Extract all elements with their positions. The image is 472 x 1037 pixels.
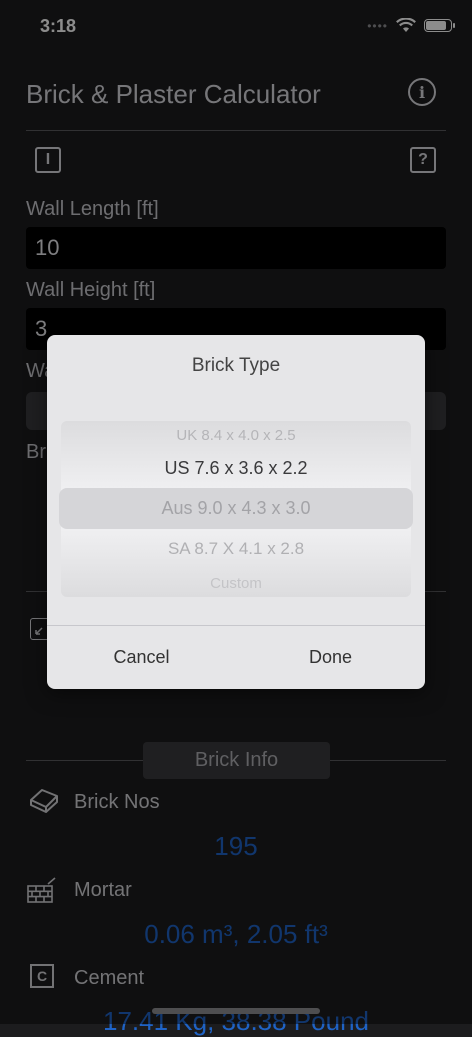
dialog-title: Brick Type (191, 355, 281, 376)
picker-option[interactable]: UK 8.4 x 4.0 x 2.5 (61, 427, 411, 444)
done-button[interactable]: Done (236, 647, 425, 668)
picker-option[interactable]: Custom (61, 575, 411, 592)
brick-type-dialog: Brick Type UK 8.4 x 4.0 x 2.5 US 7.6 x 3… (47, 335, 425, 689)
picker-option[interactable]: SA 8.7 X 4.1 x 2.8 (61, 539, 411, 559)
picker-selected-option[interactable]: Aus 9.0 x 4.3 x 3.0 (61, 498, 411, 519)
cancel-button[interactable]: Cancel (47, 647, 236, 668)
dialog-divider (47, 625, 425, 626)
picker-option[interactable]: US 7.6 x 3.6 x 2.2 (61, 458, 411, 479)
